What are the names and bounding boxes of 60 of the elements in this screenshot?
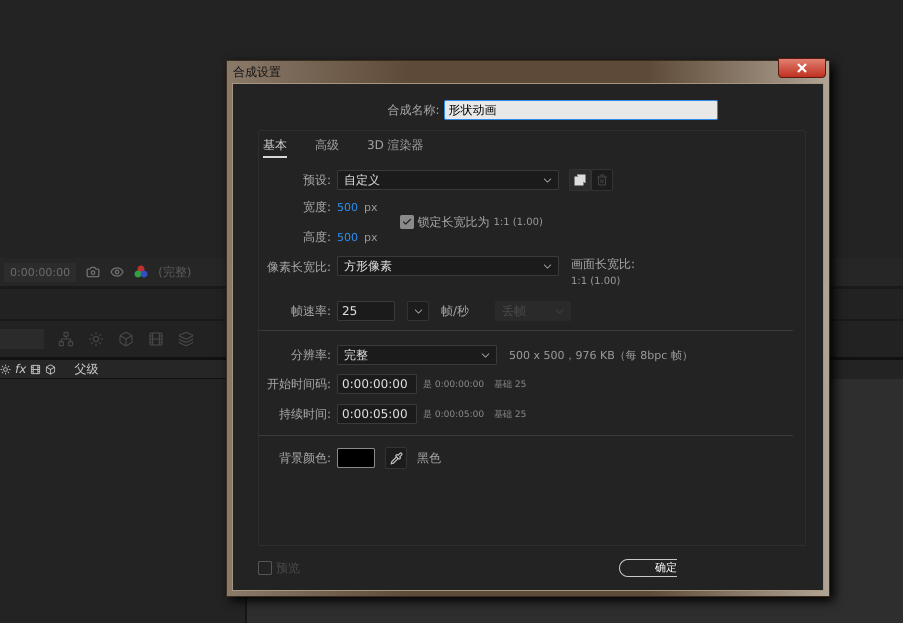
check-icon	[402, 217, 412, 227]
column-header: 父级	[74, 360, 98, 378]
film-icon[interactable]	[30, 364, 42, 374]
field-label: 预设:	[302, 172, 331, 188]
ok-button[interactable]: 确定	[619, 559, 677, 577]
field-label: 高度:	[302, 228, 331, 246]
timecode-equivalent: 是 0:00:05:00	[423, 408, 484, 420]
field-label: 帧速率:	[290, 302, 331, 320]
frame-rate-field[interactable]: 25	[337, 301, 395, 321]
pixel-aspect-dropdown[interactable]: 方形像素	[337, 256, 559, 276]
unit-label: 帧/秒	[441, 302, 470, 320]
checkbox-label: 锁定长宽比为	[418, 214, 490, 230]
camera-icon[interactable]	[86, 265, 100, 279]
resolution-info: 500 x 500，976 KB（每 8bpc 帧）	[509, 348, 693, 362]
trash-icon	[596, 174, 608, 186]
field-label: 画面长宽比:	[571, 256, 636, 273]
save-preset-button[interactable]	[569, 169, 591, 191]
color-swatch[interactable]	[337, 448, 375, 468]
height-value[interactable]: 500	[337, 230, 358, 244]
timebase-label: 基础 25	[494, 378, 526, 390]
field-label: 宽度:	[302, 198, 331, 216]
preset-dropdown[interactable]: 自定义	[337, 170, 559, 190]
start-timecode-field[interactable]: 0:00:00:00	[337, 374, 417, 394]
field-label: 持续时间:	[278, 406, 331, 422]
color-channels-icon[interactable]	[134, 265, 148, 279]
lock-aspect-checkbox[interactable]	[400, 215, 414, 229]
frame-aspect-value: 1:1 (1.00)	[571, 276, 622, 287]
width-value[interactable]: 500	[337, 200, 358, 214]
page-icon	[574, 174, 586, 186]
fx-icon[interactable]: fx	[15, 362, 26, 376]
close-icon	[797, 63, 807, 73]
light-icon[interactable]	[88, 331, 104, 347]
tab[interactable]: 基本	[263, 137, 287, 158]
preview-checkbox[interactable]	[258, 561, 272, 575]
unit-label: px	[364, 230, 378, 244]
timecode-equivalent: 是 0:00:00:00	[423, 378, 484, 390]
field-label: 像素长宽比:	[266, 259, 331, 276]
color-name: 黑色	[417, 450, 441, 466]
tab[interactable]: 高级	[315, 137, 339, 158]
field-label: 背景颜色:	[278, 450, 331, 466]
aspect-ratio-value: 1:1 (1.00)	[494, 216, 543, 228]
close-button[interactable]	[778, 58, 826, 78]
field-label: 合成名称:	[387, 102, 440, 118]
frame-rate-dropdown[interactable]	[407, 301, 429, 321]
timebase-label: 基础 25	[494, 408, 526, 420]
layers-icon[interactable]	[178, 331, 194, 347]
window-title: 合成设置	[233, 64, 281, 80]
eye-icon[interactable]	[110, 265, 124, 279]
resolution-dropdown[interactable]: 完整	[337, 345, 497, 365]
unit-label: px	[364, 200, 378, 214]
duration-field[interactable]: 0:00:05:00	[337, 404, 417, 424]
name-field[interactable]: 形状动画	[444, 100, 718, 120]
field-label: 开始时间码:	[266, 376, 331, 392]
tab[interactable]: 3D 渲染器	[367, 137, 424, 158]
cube-icon[interactable]	[45, 364, 56, 374]
field-label: 分辨率:	[290, 346, 331, 364]
hierarchy-icon[interactable]	[58, 331, 74, 347]
eyedropper-icon	[390, 452, 402, 464]
eyedropper-button[interactable]	[385, 447, 407, 469]
sun-icon[interactable]	[0, 364, 11, 374]
